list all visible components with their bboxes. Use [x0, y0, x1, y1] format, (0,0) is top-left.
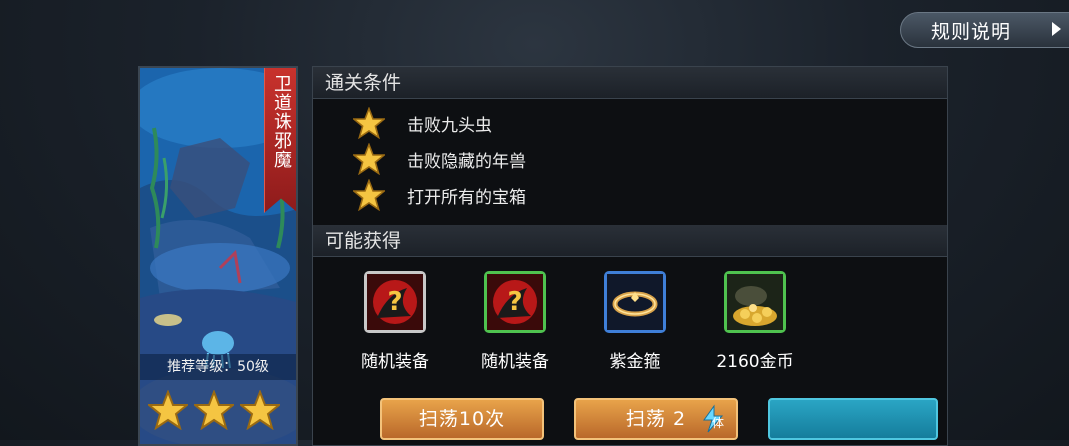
mystery-equipment-icon: ?: [364, 271, 426, 333]
svg-text:?: ?: [387, 287, 402, 317]
sweep-10-button[interactable]: 扫荡10次: [380, 398, 544, 440]
recommended-level: 推荐等级：50级: [140, 354, 296, 380]
play-arrow-icon: [1052, 22, 1061, 36]
star-icon: [353, 107, 385, 139]
gold-coins-icon: [724, 271, 786, 333]
reward-item[interactable]: ? 随机装备: [455, 271, 575, 372]
stage-rating: [148, 390, 296, 430]
reward-label: 随机装备: [481, 352, 549, 372]
rules-button-label: 规则说明: [931, 20, 1012, 43]
conditions-header: 通关条件: [313, 67, 947, 99]
star-icon: [148, 390, 188, 430]
star-icon: [353, 179, 385, 211]
condition-text: 打开所有的宝箱: [407, 187, 526, 208]
challenge-button[interactable]: [768, 398, 938, 440]
condition-text: 击败九头虫: [407, 115, 492, 136]
reward-item[interactable]: 紫金箍: [575, 271, 695, 372]
reward-item[interactable]: ? 随机装备: [335, 271, 455, 372]
mystery-equipment-icon: ?: [484, 271, 546, 333]
star-icon: [353, 143, 385, 175]
sweep-button[interactable]: 扫荡 2 体: [574, 398, 738, 440]
stage-info-panel: 通关条件 击败九头虫 击败隐藏的年兽 打开所有的宝箱 可能获得 ? 随机装备 ?…: [312, 66, 948, 446]
reward-item[interactable]: 2160金币: [695, 271, 815, 372]
sweep-button-label: 扫荡 2: [625, 408, 687, 430]
reward-label: 紫金箍: [609, 352, 661, 372]
stage-title: 卫道诛邪魔: [271, 74, 292, 169]
stage-title-banner: 卫道诛邪魔: [264, 68, 296, 213]
reward-label: 2160金币: [716, 352, 794, 372]
star-icon: [240, 390, 280, 430]
rules-button[interactable]: 规则说明: [900, 12, 1069, 48]
condition-row: 击败隐藏的年兽: [353, 141, 526, 177]
rewards-header: 可能获得: [313, 225, 947, 257]
condition-row: 击败九头虫: [353, 105, 492, 141]
condition-row: 打开所有的宝箱: [353, 177, 526, 213]
golden-ring-icon: [604, 271, 666, 333]
stamina-badge: 体: [712, 416, 726, 430]
condition-text: 击败隐藏的年兽: [407, 151, 526, 172]
star-icon: [194, 390, 234, 430]
svg-text:?: ?: [507, 287, 522, 317]
stage-card: 卫道诛邪魔 推荐等级：50级: [138, 66, 298, 446]
reward-label: 随机装备: [361, 352, 429, 372]
